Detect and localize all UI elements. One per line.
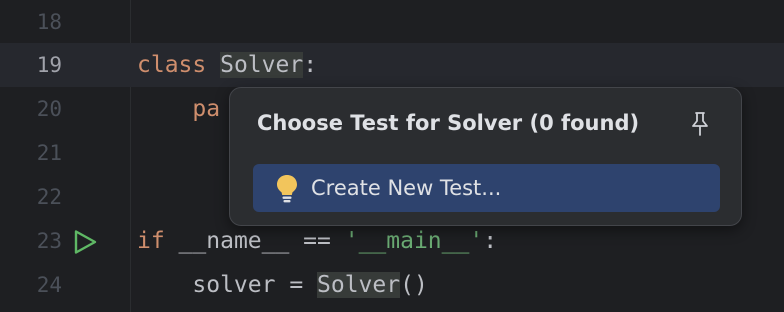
keyword: if — [137, 228, 165, 254]
class-name[interactable]: Solver — [317, 272, 401, 298]
line-number: 24 — [36, 273, 62, 297]
line-number: 23 — [36, 229, 62, 253]
line-number: 19 — [36, 53, 62, 77]
create-new-test-item[interactable]: Create New Test... — [253, 164, 720, 212]
create-new-test-label: Create New Test... — [311, 176, 502, 200]
code-line-19: 19 class Solver: — [0, 43, 784, 87]
keyword: class — [137, 52, 207, 78]
code-text[interactable]: pa — [137, 87, 220, 131]
code-line-24: 24 solver = Solver() — [0, 263, 784, 307]
lightbulb-icon — [277, 175, 297, 203]
line-number: 21 — [36, 141, 62, 165]
code-text[interactable]: solver = Solver() — [137, 263, 428, 307]
code-text[interactable]: class Solver: — [137, 43, 317, 87]
class-name[interactable]: Solver — [220, 52, 304, 78]
choose-test-popup: Choose Test for Solver (0 found) Create … — [229, 87, 742, 226]
pin-icon[interactable] — [688, 111, 712, 137]
popup-title: Choose Test for Solver (0 found) — [257, 111, 640, 135]
run-icon[interactable] — [72, 229, 98, 255]
code-line-18: 18 — [0, 0, 784, 44]
line-number: 20 — [36, 97, 62, 121]
code-suffix: () — [400, 272, 428, 298]
string-literal: '__main__' — [344, 228, 484, 254]
punct: : — [483, 228, 498, 254]
punct: : — [303, 52, 318, 78]
code-middle: __name__ == — [164, 228, 345, 254]
code-prefix: solver = — [137, 272, 318, 298]
line-number: 18 — [36, 10, 62, 34]
line-number: 22 — [36, 185, 62, 209]
